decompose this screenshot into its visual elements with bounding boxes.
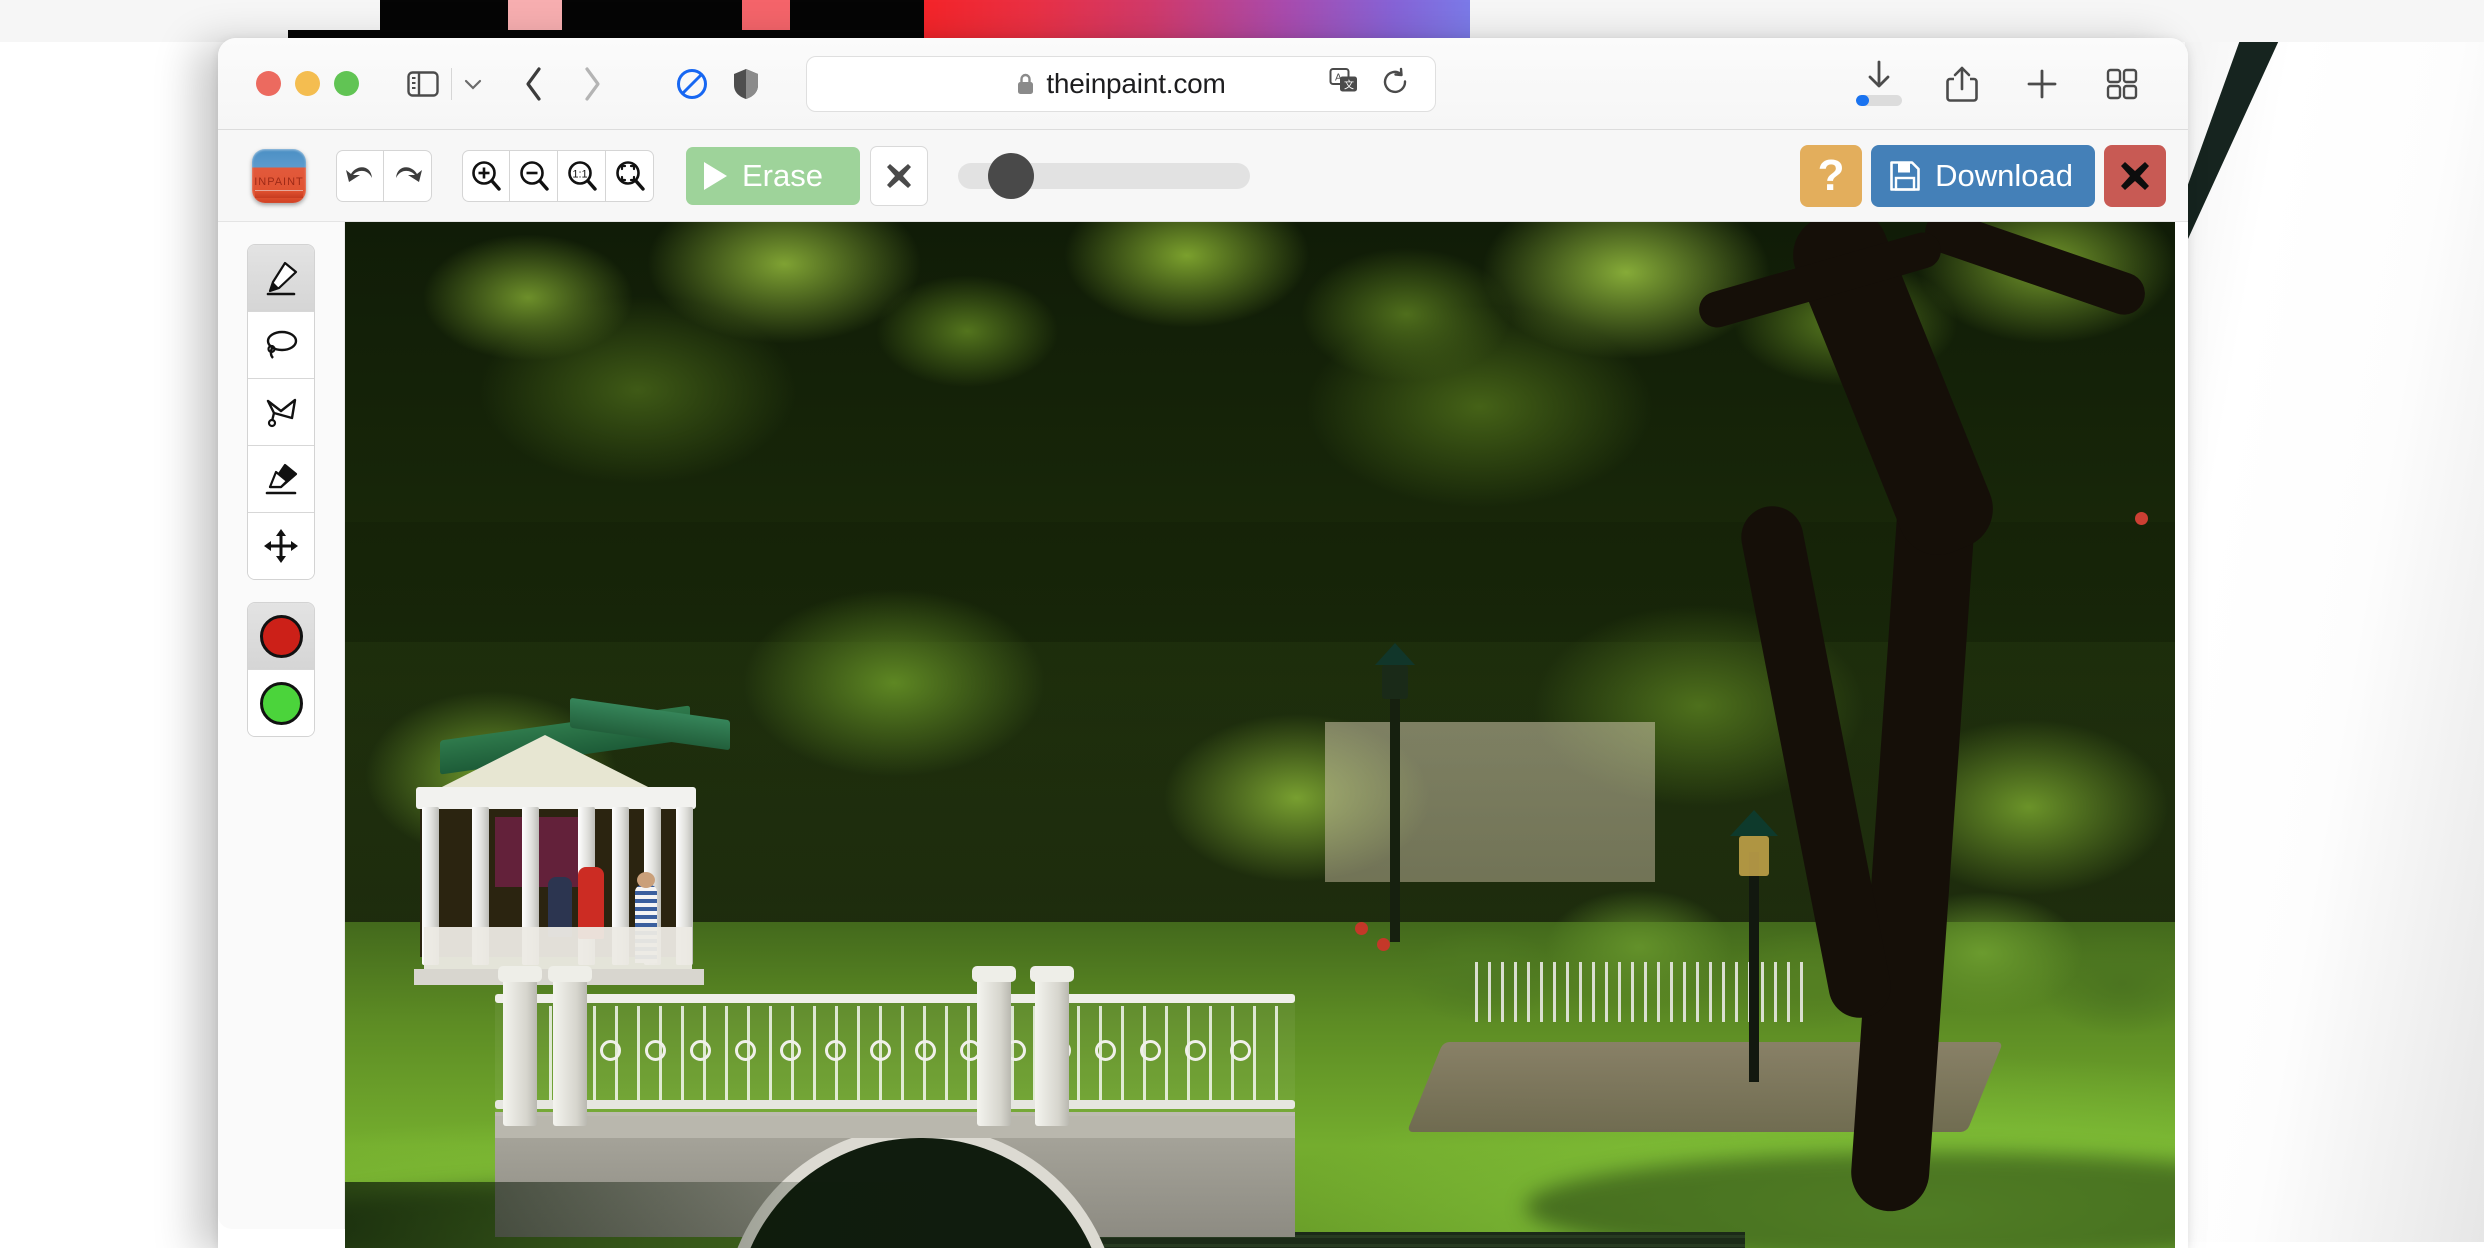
inpaint-toolbar: INPAINT 1:1 Erase ? Download bbox=[218, 130, 2188, 222]
download-button-label: Download bbox=[1935, 157, 2073, 193]
brush-size-slider[interactable] bbox=[958, 152, 1250, 199]
erase-button-label: Erase bbox=[742, 157, 823, 193]
tool-group-mask-color bbox=[247, 602, 315, 737]
eraser-tool[interactable] bbox=[248, 445, 314, 512]
toolbar-right-group: ? Download bbox=[1800, 144, 2170, 207]
tool-group-selection bbox=[247, 244, 315, 580]
lock-icon bbox=[1016, 72, 1035, 96]
tab-overview-icon[interactable] bbox=[2100, 62, 2144, 106]
browser-toolbar: theinpaint.com A 文 bbox=[218, 38, 2188, 130]
park-photo bbox=[345, 222, 2175, 1248]
svg-text:文: 文 bbox=[1344, 78, 1354, 91]
marker-tool[interactable] bbox=[248, 245, 314, 311]
minimize-window-button[interactable] bbox=[295, 71, 320, 96]
history-button-group bbox=[336, 149, 432, 202]
content-blocker-icon[interactable] bbox=[670, 62, 714, 106]
forward-icon[interactable] bbox=[570, 62, 614, 106]
photo-large-tree bbox=[1694, 222, 2175, 1248]
sidebar-toggle-icon[interactable] bbox=[401, 62, 445, 106]
image-canvas[interactable] bbox=[345, 222, 2175, 1248]
green-swatch[interactable] bbox=[248, 669, 314, 736]
eraser-icon bbox=[265, 463, 298, 495]
undo-button[interactable] bbox=[336, 149, 384, 202]
zoom-fit-button[interactable] bbox=[606, 149, 654, 202]
url-text: theinpaint.com bbox=[1046, 67, 1226, 99]
close-x-icon bbox=[2121, 161, 2149, 190]
privacy-shield-icon[interactable] bbox=[724, 62, 768, 106]
desktop-sheen bbox=[2185, 0, 2484, 1242]
translate-icon[interactable]: A 文 bbox=[1329, 67, 1359, 100]
address-bar[interactable]: theinpaint.com A 文 bbox=[806, 55, 1436, 112]
chevron-down-icon[interactable] bbox=[458, 62, 488, 106]
red-swatch[interactable] bbox=[248, 603, 314, 669]
inpaint-logo-label: INPAINT bbox=[254, 175, 304, 188]
zoom-button-group: 1:1 bbox=[462, 149, 654, 202]
save-floppy-icon bbox=[1890, 160, 1920, 191]
download-progress-bar bbox=[1856, 94, 1902, 106]
share-icon[interactable] bbox=[1940, 62, 1984, 106]
zoom-out-button[interactable] bbox=[510, 149, 558, 202]
move-arrows-icon bbox=[264, 529, 298, 563]
close-app-button[interactable] bbox=[2104, 144, 2166, 207]
downloads-icon[interactable] bbox=[1856, 60, 1904, 108]
lasso-icon bbox=[266, 330, 298, 359]
background-top-strip bbox=[0, 0, 2484, 42]
close-window-button[interactable] bbox=[256, 71, 281, 96]
move-tool[interactable] bbox=[248, 512, 314, 579]
red-swatch-circle bbox=[259, 614, 303, 658]
photo-foreground-shadow bbox=[345, 1182, 1245, 1248]
browser-window: theinpaint.com A 文 INPAINT 1:1 Erase ? D… bbox=[218, 38, 2188, 1248]
download-button[interactable]: Download bbox=[1871, 144, 2095, 207]
help-button[interactable]: ? bbox=[1800, 144, 1863, 207]
photo-background-building bbox=[1325, 722, 1655, 882]
brush-size-slider-thumb[interactable] bbox=[988, 152, 1034, 199]
redo-button[interactable] bbox=[384, 149, 432, 202]
svg-text:1:1: 1:1 bbox=[572, 168, 587, 180]
lasso-tool[interactable] bbox=[248, 311, 314, 378]
workspace bbox=[218, 222, 2188, 1248]
inpaint-logo: INPAINT bbox=[252, 148, 306, 203]
close-x-icon bbox=[887, 163, 911, 188]
photo-lamppost bbox=[1382, 665, 1408, 942]
back-icon[interactable] bbox=[512, 62, 556, 106]
zoom-actual-size-button[interactable]: 1:1 bbox=[558, 149, 606, 202]
toolbar-divider bbox=[451, 67, 452, 100]
erase-button[interactable]: Erase bbox=[686, 146, 860, 205]
zoom-in-button[interactable] bbox=[462, 149, 510, 202]
polygon-lasso-tool[interactable] bbox=[248, 378, 314, 445]
new-tab-icon[interactable] bbox=[2020, 62, 2064, 106]
marker-icon bbox=[266, 261, 298, 296]
green-swatch-circle bbox=[259, 681, 303, 725]
reload-icon[interactable] bbox=[1381, 67, 1409, 100]
help-button-label: ? bbox=[1817, 150, 1845, 200]
clear-selection-button[interactable] bbox=[870, 145, 928, 206]
zoom-window-button[interactable] bbox=[334, 71, 359, 96]
window-controls bbox=[256, 71, 359, 96]
play-icon bbox=[704, 161, 727, 190]
tool-panel bbox=[218, 222, 345, 1229]
browser-toolbar-right bbox=[1856, 60, 2166, 108]
polygon-lasso-icon bbox=[266, 398, 297, 428]
